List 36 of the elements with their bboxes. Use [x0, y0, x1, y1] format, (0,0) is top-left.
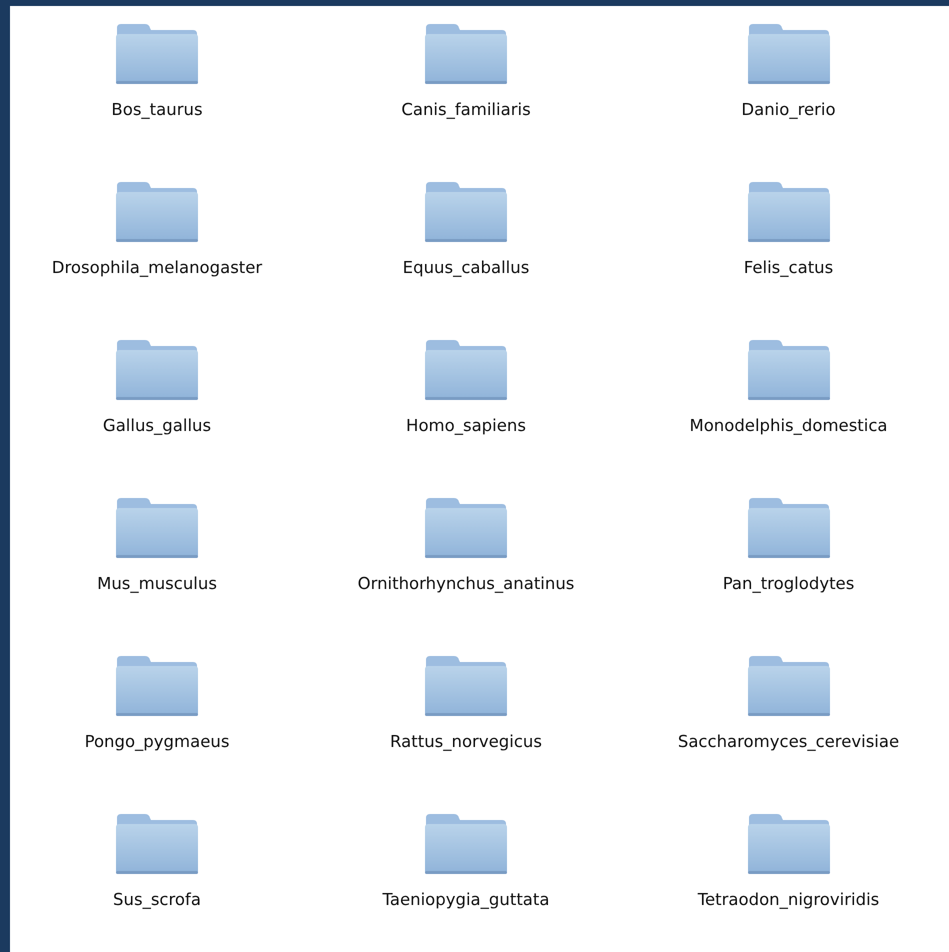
folder-name[interactable]: Rattus_norvegicus [390, 732, 542, 751]
folder-icon[interactable] [115, 812, 199, 876]
folder-name[interactable]: Saccharomyces_cerevisiae [678, 732, 900, 751]
folder-name[interactable]: Danio_rerio [741, 100, 836, 119]
folder-icon[interactable] [115, 338, 199, 402]
folder-name[interactable]: Canis_familiaris [401, 100, 531, 119]
folder-icon[interactable] [115, 654, 199, 718]
folder-name[interactable]: Bos_taurus [111, 100, 203, 119]
folder-icon[interactable] [424, 812, 508, 876]
folder-icon[interactable] [424, 180, 508, 244]
folder-icon[interactable] [746, 812, 830, 876]
folder-name[interactable]: Monodelphis_domestica [689, 416, 888, 435]
folder-name[interactable]: Pan_troglodytes [722, 574, 854, 593]
folder-icon[interactable] [115, 496, 199, 560]
folder-icon[interactable] [115, 22, 199, 86]
folder-name[interactable]: Gallus_gallus [102, 416, 212, 435]
folder-icon[interactable] [424, 654, 508, 718]
folder-name[interactable]: Pongo_pygmaeus [84, 732, 230, 751]
folder-icon[interactable] [424, 496, 508, 560]
folder-name[interactable]: Equus_caballus [402, 258, 530, 277]
folder-name[interactable]: Felis_catus [744, 258, 834, 277]
folder-icon[interactable] [424, 338, 508, 402]
folder-name[interactable]: Sus_scrofa [113, 890, 201, 909]
folder-name[interactable]: Tetraodon_nigroviridis [698, 890, 880, 909]
folder-name[interactable]: Homo_sapiens [406, 416, 526, 435]
folder-icon[interactable] [746, 338, 830, 402]
folder-icon[interactable] [746, 180, 830, 244]
folder-name[interactable]: Drosophila_melanogaster [52, 258, 262, 277]
folder-name[interactable]: Taeniopygia_guttata [382, 890, 550, 909]
folder-icon[interactable] [115, 180, 199, 244]
folder-icon[interactable] [424, 22, 508, 86]
folder-name[interactable]: Mus_musculus [97, 574, 217, 593]
folder-icon[interactable] [746, 496, 830, 560]
folder-icon[interactable] [746, 654, 830, 718]
folder-icon[interactable] [746, 22, 830, 86]
folder-name[interactable]: Ornithorhynchus_anatinus [358, 574, 574, 593]
